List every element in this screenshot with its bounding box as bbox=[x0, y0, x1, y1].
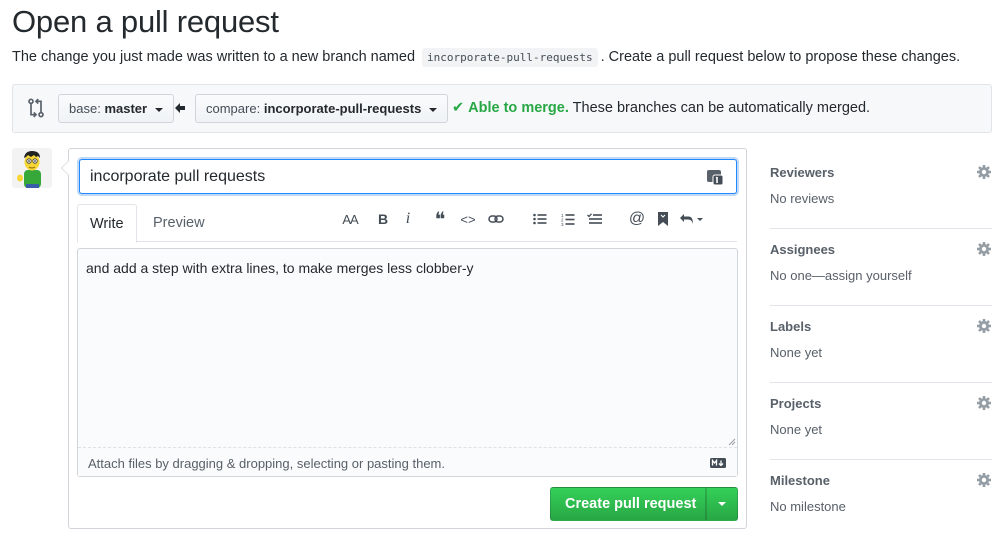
bullet-list-icon[interactable] bbox=[529, 207, 551, 231]
mention-icon[interactable]: @ bbox=[626, 207, 648, 231]
gear-icon[interactable] bbox=[976, 164, 992, 180]
sidebar-value: No reviews bbox=[770, 191, 835, 206]
sidebar-value[interactable]: No one—assign yourself bbox=[770, 268, 912, 283]
bold-icon[interactable]: B bbox=[372, 207, 394, 231]
page-title: Open a pull request bbox=[12, 4, 279, 39]
create-pull-request-button[interactable]: Create pull request bbox=[550, 487, 706, 521]
chevron-down-icon bbox=[718, 502, 726, 506]
merge-status: ✔ Able to merge. These branches can be au… bbox=[452, 100, 870, 116]
check-icon: ✔ bbox=[452, 100, 465, 116]
branch-name-code: incorporate-pull-requests bbox=[422, 48, 598, 67]
branch-range-bar: base: master compare: incorporate-pull-r… bbox=[12, 84, 992, 133]
user-avatar-image bbox=[12, 148, 52, 188]
saved-replies-icon[interactable] bbox=[705, 167, 725, 187]
reply-icon[interactable] bbox=[677, 207, 707, 231]
pr-body-text: and add a step with extra lines, to make… bbox=[86, 260, 474, 276]
tab-preview[interactable]: Preview bbox=[141, 204, 217, 243]
gear-icon[interactable] bbox=[976, 472, 992, 488]
tab-write[interactable]: Write bbox=[77, 204, 137, 243]
sidebar-projects: Projects None yet bbox=[770, 383, 992, 460]
link-icon[interactable] bbox=[485, 207, 507, 231]
sidebar-heading: Milestone bbox=[770, 473, 830, 488]
compare-branch-select[interactable]: compare: incorporate-pull-requests bbox=[195, 94, 448, 123]
subtitle-text: The change you just made was written to … bbox=[12, 49, 416, 65]
base-branch-select[interactable]: base: master bbox=[58, 94, 174, 123]
compare-value: incorporate-pull-requests bbox=[263, 101, 422, 116]
markdown-icon[interactable] bbox=[710, 458, 726, 468]
pull-request-composer: Write Preview AA B i ❝ <> 123 @ and add … bbox=[61, 148, 747, 529]
svg-text:3: 3 bbox=[561, 222, 564, 226]
file-attach-bar[interactable]: Attach files by dragging & dropping, sel… bbox=[78, 447, 737, 476]
create-pr-button-group: Create pull request bbox=[550, 487, 738, 521]
pr-body-textarea[interactable]: and add a step with extra lines, to make… bbox=[77, 248, 738, 477]
chevron-down-icon bbox=[154, 107, 163, 112]
create-options-dropdown[interactable] bbox=[706, 487, 738, 521]
pr-title-input[interactable] bbox=[79, 159, 737, 194]
page-subtitle: The change you just made was written to … bbox=[12, 48, 961, 67]
heading-icon[interactable]: AA bbox=[339, 207, 361, 231]
sidebar-heading: Reviewers bbox=[770, 165, 835, 180]
base-value: master bbox=[104, 101, 148, 116]
discussion-sidebar: Reviewers No reviews Assignees No one—as… bbox=[770, 152, 992, 537]
chevron-down-icon bbox=[428, 107, 437, 112]
sidebar-milestone: Milestone No milestone bbox=[770, 460, 992, 537]
sidebar-value: None yet bbox=[770, 422, 823, 437]
quote-icon[interactable]: ❝ bbox=[429, 207, 451, 231]
sidebar-heading: Assignees bbox=[770, 242, 836, 257]
avatar[interactable] bbox=[12, 148, 52, 188]
gear-icon[interactable] bbox=[976, 318, 992, 334]
base-label: base: bbox=[69, 101, 101, 116]
task-list-icon[interactable] bbox=[584, 207, 606, 231]
sidebar-reviewers: Reviewers No reviews bbox=[770, 152, 992, 229]
sidebar-labels: Labels None yet bbox=[770, 306, 992, 383]
compare-label: compare: bbox=[206, 101, 261, 116]
sidebar-heading: Projects bbox=[770, 396, 822, 411]
attach-hint-text: Attach files by dragging & dropping, sel… bbox=[88, 456, 445, 471]
sidebar-assignees: Assignees No one—assign yourself bbox=[770, 229, 992, 306]
git-compare-icon bbox=[28, 98, 44, 118]
gear-icon[interactable] bbox=[976, 395, 992, 411]
subtitle-text-tail: . Create a pull request below to propose… bbox=[600, 49, 961, 65]
gear-icon[interactable] bbox=[976, 241, 992, 257]
merge-detail-text: These branches can be automatically merg… bbox=[572, 100, 871, 116]
resize-handle-icon[interactable] bbox=[728, 438, 736, 446]
sidebar-value: No milestone bbox=[770, 499, 846, 514]
code-icon[interactable]: <> bbox=[457, 207, 479, 231]
bookmark-icon[interactable] bbox=[652, 207, 674, 231]
sidebar-value: None yet bbox=[770, 345, 823, 360]
merge-ok-text: Able to merge. bbox=[468, 100, 569, 116]
arrow-left-icon bbox=[175, 103, 185, 113]
sidebar-heading: Labels bbox=[770, 319, 812, 334]
italic-icon[interactable]: i bbox=[397, 207, 419, 231]
numbered-list-icon[interactable]: 123 bbox=[557, 207, 579, 231]
